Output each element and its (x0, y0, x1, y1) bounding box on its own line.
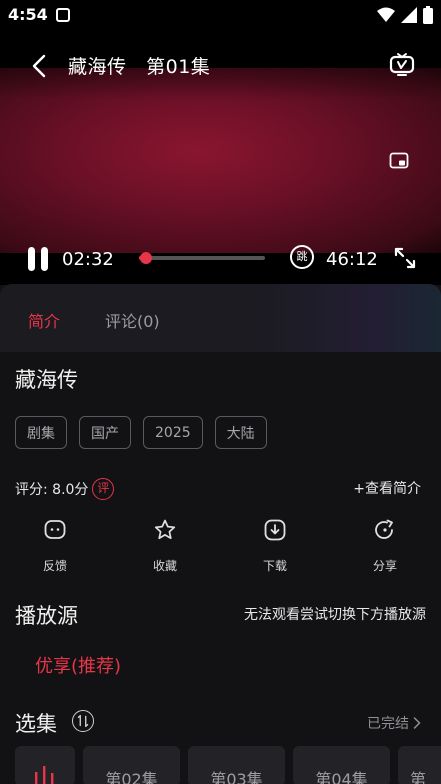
status-time: 4:54 (8, 5, 48, 24)
feedback-icon (44, 520, 66, 539)
detail-content: 藏海传 剧集 国产 2025 大陆 评分: 8.0分 评 +查看简介 反馈 收藏 (0, 352, 441, 784)
download-label: 下载 (262, 559, 287, 573)
fullscreen-icon[interactable] (392, 245, 418, 271)
current-time: 02:32 (62, 249, 114, 270)
picture-in-picture-icon[interactable] (389, 151, 409, 171)
pause-icon[interactable] (26, 246, 50, 272)
source-item[interactable]: 优享(推荐) (35, 652, 121, 678)
rate-icon[interactable]: 评 (92, 478, 115, 500)
episode-list: 第02集 第03集 第04集 第 (15, 746, 441, 784)
episode-item[interactable]: 第 (398, 746, 441, 784)
tv-cast-icon[interactable] (389, 52, 415, 78)
download-button[interactable]: 下载 (245, 518, 305, 574)
signal-icon (401, 7, 417, 23)
sort-icon[interactable] (72, 710, 94, 732)
player-topbar (0, 30, 441, 100)
progress-bar[interactable] (139, 252, 265, 264)
status-icons (377, 6, 433, 24)
tag-item[interactable]: 国产 (79, 416, 131, 449)
source-hint: 无法观看尝试切换下方播放源 (244, 607, 426, 623)
share-label: 分享 (372, 559, 397, 573)
episode-item-playing[interactable] (15, 746, 75, 784)
episodes-title: 选集 (15, 712, 57, 736)
player-controls: 02:32 跳 46:12 (0, 235, 441, 285)
total-time: 46:12 (326, 249, 378, 270)
view-intro-link[interactable]: +查看简介 (353, 478, 421, 498)
playing-bars-icon (35, 766, 54, 784)
chevron-right-icon (413, 717, 421, 729)
source-title: 播放源 (15, 604, 78, 628)
detail-tabs: 简介 评论(0) (0, 284, 441, 352)
star-icon (154, 519, 176, 540)
skip-intro-button[interactable]: 跳 (290, 245, 314, 269)
video-title: 藏海传 第01集 (68, 56, 211, 78)
share-button[interactable]: 分享 (355, 518, 415, 574)
back-arrow-icon[interactable] (26, 52, 54, 80)
tag-item[interactable]: 大陆 (214, 416, 267, 449)
wifi-icon (377, 7, 395, 22)
tab-intro[interactable]: 简介 (28, 308, 60, 332)
episode-item[interactable]: 第04集 (293, 746, 390, 784)
show-title: 藏海传 (15, 368, 78, 392)
favorite-label: 收藏 (152, 559, 177, 573)
battery-icon (423, 6, 433, 24)
series-status-label: 已完结 (367, 716, 409, 732)
app-notification-icon (56, 8, 70, 22)
tag-item[interactable]: 剧集 (15, 416, 67, 449)
rating: 评分: 8.0分 评 (15, 478, 115, 500)
download-icon (264, 519, 286, 541)
feedback-button[interactable]: 反馈 (25, 518, 85, 574)
series-status[interactable]: 已完结 (367, 713, 421, 733)
video-player[interactable]: 藏海传 第01集 02:32 跳 46:12 (0, 30, 441, 285)
share-icon (375, 519, 393, 539)
favorite-button[interactable]: 收藏 (135, 518, 195, 574)
progress-knob[interactable] (139, 252, 152, 264)
tag-item[interactable]: 2025 (143, 416, 203, 449)
tag-list: 剧集 国产 2025 大陆 (15, 416, 267, 449)
episode-item[interactable]: 第02集 (83, 746, 180, 784)
tab-comments[interactable]: 评论(0) (105, 308, 160, 332)
episode-item[interactable]: 第03集 (188, 746, 285, 784)
action-row: 反馈 收藏 下载 分享 (0, 518, 441, 580)
rating-text: 评分: 8.0分 (15, 482, 89, 498)
status-bar: 4:54 (0, 0, 441, 30)
feedback-label: 反馈 (42, 559, 67, 573)
